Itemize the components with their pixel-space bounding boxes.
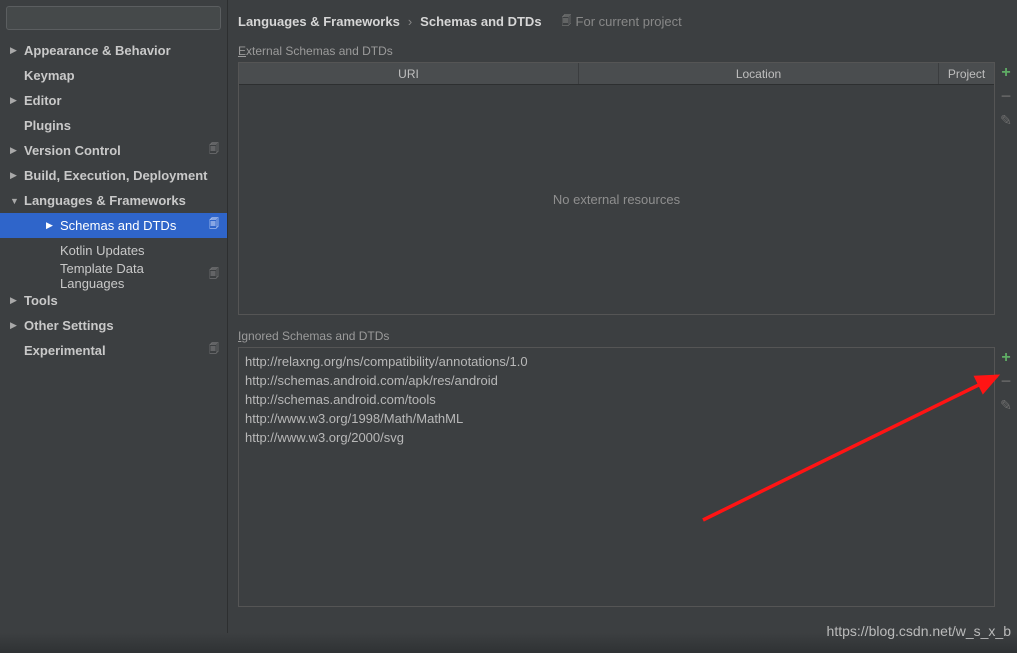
sidebar-item-label: Other Settings	[24, 318, 227, 333]
sidebar-item-schemas-and-dtds[interactable]: ▶Schemas and DTDs	[0, 213, 227, 238]
sidebar-item-label: Kotlin Updates	[60, 243, 227, 258]
project-scope-icon	[562, 12, 572, 31]
breadcrumb: Languages & Frameworks › Schemas and DTD…	[238, 0, 1017, 36]
tree-arrow-icon: ▶	[10, 295, 24, 306]
sidebar-item-label: Experimental	[24, 343, 209, 358]
tree-arrow-icon: ▼	[10, 196, 24, 206]
ignored-row[interactable]: http://schemas.android.com/tools	[245, 390, 988, 409]
sidebar-item-label: Version Control	[24, 143, 209, 158]
sidebar-item-build-execution-deployment[interactable]: ▶Build, Execution, Deployment	[0, 163, 227, 188]
sidebar-item-tools[interactable]: ▶Tools	[0, 288, 227, 313]
sidebar-item-label: Tools	[24, 293, 227, 308]
ignored-add-button[interactable]: +	[1001, 351, 1010, 365]
sidebar-item-editor[interactable]: ▶Editor	[0, 88, 227, 113]
tree-arrow-icon: ▶	[10, 45, 24, 56]
external-tools: + − ✎	[995, 62, 1017, 315]
sidebar-item-label: Plugins	[24, 118, 227, 133]
external-edit-button: ✎	[1000, 112, 1012, 129]
sidebar-item-other-settings[interactable]: ▶Other Settings	[0, 313, 227, 338]
sidebar-item-label: Appearance & Behavior	[24, 43, 227, 58]
ignored-remove-button: −	[1001, 377, 1012, 385]
external-panel: URI Location Project No external resourc…	[238, 62, 1017, 315]
sidebar-item-label: Keymap	[24, 68, 227, 83]
external-section-label: External Schemas and DTDs	[238, 44, 1017, 58]
col-project[interactable]: Project	[939, 63, 994, 84]
project-scope-icon	[209, 342, 219, 359]
ignored-row[interactable]: http://www.w3.org/1998/Math/MathML	[245, 409, 988, 428]
external-table[interactable]: URI Location Project No external resourc…	[238, 62, 995, 315]
project-scope-icon	[209, 142, 219, 159]
tree-arrow-icon: ▶	[10, 170, 24, 181]
project-scope-icon	[209, 217, 219, 234]
ignored-edit-button: ✎	[1000, 397, 1012, 414]
ignored-row[interactable]: http://schemas.android.com/apk/res/andro…	[245, 371, 988, 390]
sidebar-item-template-data-languages[interactable]: Template Data Languages	[0, 263, 227, 288]
sidebar-item-keymap[interactable]: Keymap	[0, 63, 227, 88]
col-location[interactable]: Location	[579, 63, 939, 84]
sidebar-item-label: Editor	[24, 93, 227, 108]
sidebar-item-label: Languages & Frameworks	[24, 193, 227, 208]
ignored-row[interactable]: http://relaxng.org/ns/compatibility/anno…	[245, 352, 988, 371]
external-remove-button: −	[1001, 92, 1012, 100]
external-empty: No external resources	[239, 85, 994, 314]
settings-sidebar: 🔍▾ ▶Appearance & BehaviorKeymap▶EditorPl…	[0, 0, 228, 653]
breadcrumb-scope-text: For current project	[576, 14, 682, 29]
search-input[interactable]	[6, 6, 221, 30]
project-scope-icon	[209, 267, 219, 284]
col-uri[interactable]: URI	[239, 63, 579, 84]
sidebar-item-kotlin-updates[interactable]: Kotlin Updates	[0, 238, 227, 263]
tree-arrow-icon: ▶	[10, 320, 24, 331]
tree-arrow-icon: ▶	[46, 220, 60, 231]
tree-arrow-icon: ▶	[10, 95, 24, 106]
ignored-tools: + − ✎	[995, 347, 1017, 607]
sidebar-item-label: Schemas and DTDs	[60, 218, 209, 233]
breadcrumb-parent[interactable]: Languages & Frameworks	[238, 14, 400, 29]
search-wrap: 🔍▾	[0, 0, 227, 34]
breadcrumb-scope: For current project	[562, 12, 682, 31]
external-empty-text: No external resources	[553, 192, 680, 207]
tree-arrow-icon: ▶	[10, 145, 24, 156]
watermark: https://blog.csdn.net/w_s_x_b	[827, 623, 1011, 639]
sidebar-item-experimental[interactable]: Experimental	[0, 338, 227, 363]
ignored-list[interactable]: http://relaxng.org/ns/compatibility/anno…	[238, 347, 995, 607]
sidebar-item-label: Template Data Languages	[60, 261, 209, 291]
breadcrumb-current: Schemas and DTDs	[420, 14, 541, 29]
sidebar-item-languages-frameworks[interactable]: ▼Languages & Frameworks	[0, 188, 227, 213]
external-table-header: URI Location Project	[239, 63, 994, 85]
external-add-button[interactable]: +	[1001, 66, 1010, 80]
sidebar-item-version-control[interactable]: ▶Version Control	[0, 138, 227, 163]
sidebar-item-appearance-behavior[interactable]: ▶Appearance & Behavior	[0, 38, 227, 63]
breadcrumb-sep: ›	[408, 14, 412, 29]
ignored-panel: http://relaxng.org/ns/compatibility/anno…	[238, 347, 1017, 607]
settings-tree: ▶Appearance & BehaviorKeymap▶EditorPlugi…	[0, 34, 227, 653]
sidebar-item-plugins[interactable]: Plugins	[0, 113, 227, 138]
ignored-section-label: Ignored Schemas and DTDs	[238, 329, 1017, 343]
settings-main: Languages & Frameworks › Schemas and DTD…	[228, 0, 1017, 653]
sidebar-item-label: Build, Execution, Deployment	[24, 168, 227, 183]
ignored-row[interactable]: http://www.w3.org/2000/svg	[245, 428, 988, 447]
